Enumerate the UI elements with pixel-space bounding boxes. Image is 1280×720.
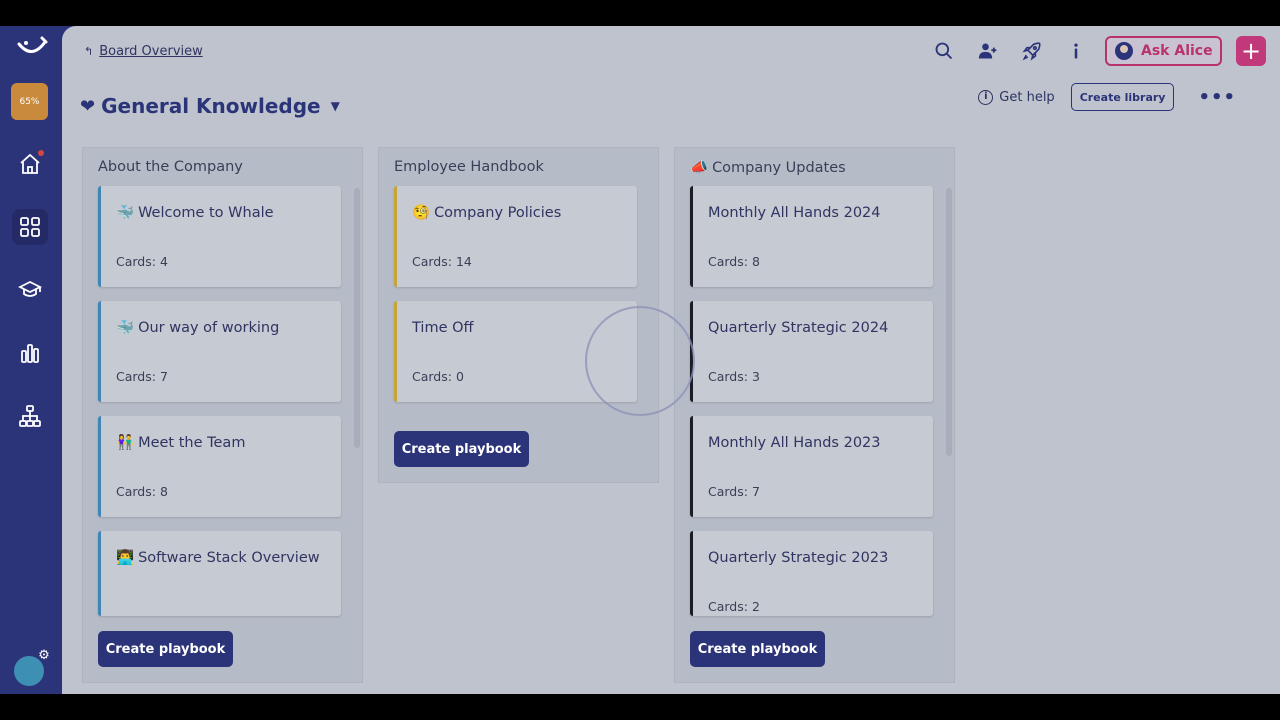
launch-button[interactable] bbox=[1017, 36, 1047, 66]
card-title: Welcome to Whale bbox=[138, 205, 274, 221]
main-content: ↰ Board Overview Ask Alice + ❤ General K… bbox=[62, 26, 1280, 694]
gear-icon[interactable]: ⚙ bbox=[36, 648, 52, 664]
whale-icon: 🐳 bbox=[116, 320, 135, 336]
bar-chart-icon bbox=[21, 344, 39, 363]
page-title[interactable]: ❤ General Knowledge ▼ bbox=[80, 94, 340, 118]
create-playbook-button[interactable]: Create playbook bbox=[98, 631, 233, 667]
card-count: Cards: 2 bbox=[708, 599, 760, 614]
column-about-the-company: About the Company 🐳 Welcome to Whale Card… bbox=[82, 147, 363, 683]
info-button[interactable] bbox=[1061, 36, 1091, 66]
letterbox-top bbox=[0, 0, 1280, 26]
card-count: Cards: 7 bbox=[116, 369, 168, 384]
column-company-updates: 📣 Company Updates Monthly All Hands 2024 … bbox=[674, 147, 955, 683]
playbook-card[interactable]: Quarterly Strategic 2024 Cards: 3 bbox=[690, 301, 933, 402]
notification-dot bbox=[38, 150, 44, 156]
sidebar-item-analytics[interactable] bbox=[12, 335, 48, 371]
get-help-label: Get help bbox=[999, 89, 1055, 105]
search-button[interactable] bbox=[929, 36, 959, 66]
org-chart-icon bbox=[19, 405, 41, 427]
playbook-card[interactable]: 👨‍💻 Software Stack Overview bbox=[98, 531, 341, 616]
rocket-icon bbox=[1022, 42, 1041, 61]
progress-badge[interactable]: 65% bbox=[11, 83, 48, 120]
app-window: 65% ⚙ ↰ Board Overview Ask Alice + ❤ Gen… bbox=[0, 26, 1280, 694]
breadcrumb[interactable]: ↰ Board Overview bbox=[84, 42, 203, 60]
card-count: Cards: 8 bbox=[708, 254, 760, 269]
column-scrollbar[interactable] bbox=[946, 188, 952, 456]
card-title: Our way of working bbox=[138, 320, 280, 336]
more-options-icon[interactable]: ••• bbox=[1198, 87, 1236, 108]
column-title: About the Company bbox=[98, 159, 243, 175]
page-title-text: General Knowledge bbox=[101, 94, 321, 118]
playbook-card[interactable]: Monthly All Hands 2024 Cards: 8 bbox=[690, 186, 933, 287]
breadcrumb-board-overview[interactable]: Board Overview bbox=[99, 44, 203, 59]
sidebar-item-learning[interactable] bbox=[12, 272, 48, 308]
card-count: Cards: 14 bbox=[412, 254, 472, 269]
people-icon: 👫 bbox=[116, 435, 135, 451]
home-icon bbox=[20, 153, 40, 174]
playbook-card[interactable]: 🐳 Our way of working Cards: 7 bbox=[98, 301, 341, 402]
grid-icon bbox=[20, 217, 40, 237]
invite-user-button[interactable] bbox=[973, 36, 1003, 66]
caret-down-icon: ▼ bbox=[330, 99, 340, 113]
ask-alice-button[interactable]: Ask Alice bbox=[1105, 36, 1222, 66]
click-indicator bbox=[585, 306, 695, 416]
column-title: Company Updates bbox=[712, 160, 846, 176]
back-arrow-icon: ↰ bbox=[84, 44, 94, 58]
graduation-cap-icon bbox=[18, 280, 42, 297]
letterbox-bottom bbox=[0, 694, 1280, 720]
column-title: Employee Handbook bbox=[394, 159, 544, 175]
sidebar-item-boards[interactable] bbox=[12, 209, 48, 245]
playbook-card[interactable]: 🐳 Welcome to Whale Cards: 4 bbox=[98, 186, 341, 287]
playbook-card[interactable]: Monthly All Hands 2023 Cards: 7 bbox=[690, 416, 933, 517]
card-title: Company Policies bbox=[434, 205, 562, 221]
card-title: Quarterly Strategic 2023 bbox=[708, 550, 889, 566]
card-title: Monthly All Hands 2023 bbox=[708, 435, 881, 451]
heart-icon: ❤ bbox=[80, 95, 96, 117]
card-title: Software Stack Overview bbox=[138, 550, 320, 566]
playbook-card[interactable]: 🧐 Company Policies Cards: 14 bbox=[394, 186, 637, 287]
whale-logo-icon[interactable] bbox=[16, 36, 48, 60]
plus-icon: + bbox=[1240, 37, 1262, 65]
card-count: Cards: 8 bbox=[116, 484, 168, 499]
search-icon bbox=[935, 42, 953, 60]
create-playbook-button[interactable]: Create playbook bbox=[690, 631, 825, 667]
whale-icon: 🐳 bbox=[116, 205, 135, 221]
sidebar-item-organization[interactable] bbox=[12, 398, 48, 434]
card-title: Time Off bbox=[412, 320, 474, 336]
card-count: Cards: 7 bbox=[708, 484, 760, 499]
sidebar-item-home[interactable] bbox=[12, 146, 48, 182]
playbook-card[interactable]: 👫 Meet the Team Cards: 8 bbox=[98, 416, 341, 517]
card-count: Cards: 0 bbox=[412, 369, 464, 384]
column-scrollbar[interactable] bbox=[354, 188, 360, 448]
sidebar: 65% ⚙ bbox=[0, 26, 62, 694]
create-playbook-button[interactable]: Create playbook bbox=[394, 431, 529, 467]
get-help-button[interactable]: i Get help bbox=[978, 89, 1055, 105]
megaphone-icon: 📣 bbox=[690, 160, 709, 176]
card-count: Cards: 4 bbox=[116, 254, 168, 269]
user-avatar[interactable]: ⚙ bbox=[14, 648, 50, 686]
add-user-icon bbox=[978, 43, 997, 59]
alice-avatar-icon bbox=[1115, 42, 1133, 60]
info-circle-icon: i bbox=[978, 89, 994, 105]
ask-alice-label: Ask Alice bbox=[1141, 43, 1213, 59]
monocle-face-icon: 🧐 bbox=[412, 205, 431, 221]
create-library-button[interactable]: Create library bbox=[1070, 83, 1175, 111]
info-icon bbox=[1074, 43, 1078, 59]
technologist-icon: 👨‍💻 bbox=[116, 550, 135, 566]
playbook-card[interactable]: Quarterly Strategic 2023 Cards: 2 bbox=[690, 531, 933, 616]
top-actions: Ask Alice + bbox=[929, 36, 1280, 66]
card-count: Cards: 3 bbox=[708, 369, 760, 384]
card-title: Quarterly Strategic 2024 bbox=[708, 320, 889, 336]
create-new-button[interactable]: + bbox=[1236, 36, 1266, 66]
card-title: Monthly All Hands 2024 bbox=[708, 205, 881, 221]
card-title: Meet the Team bbox=[138, 435, 246, 451]
secondary-actions: i Get help Create library ••• bbox=[978, 83, 1236, 111]
